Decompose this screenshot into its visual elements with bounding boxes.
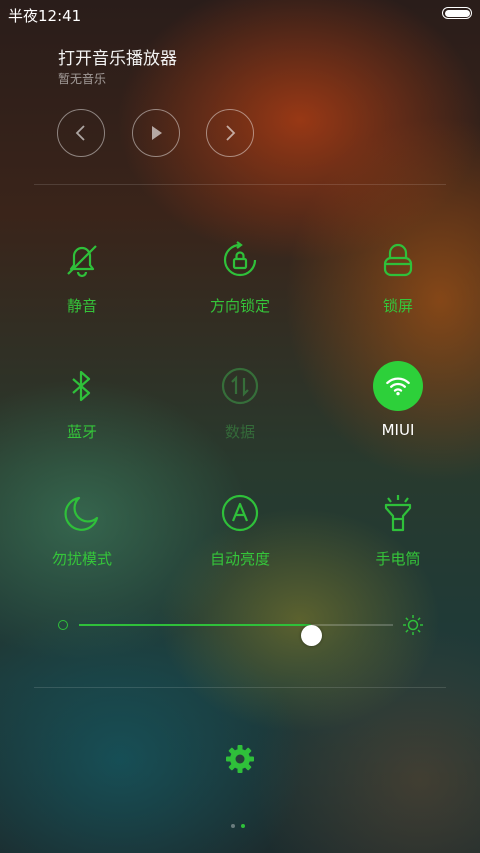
- toggle-flashlight[interactable]: 手电筒: [328, 488, 468, 569]
- lock-icon: [383, 243, 413, 277]
- chevron-right-icon: [226, 125, 236, 141]
- brightness-track[interactable]: [79, 624, 393, 646]
- brightness-high-icon: [403, 615, 423, 635]
- divider: [34, 184, 446, 185]
- auto-brightness-icon: [221, 494, 259, 532]
- toggle-rotation-lock[interactable]: 方向锁定: [170, 235, 310, 316]
- mobile-data-icon: [221, 367, 259, 405]
- previous-button[interactable]: [57, 109, 105, 157]
- page-dot: [241, 824, 245, 828]
- play-icon: [152, 126, 162, 140]
- gear-icon: [226, 745, 254, 773]
- music-player-subtitle: 暂无音乐: [58, 72, 107, 86]
- next-button[interactable]: [206, 109, 254, 157]
- wifi-icon: [386, 377, 410, 396]
- toggle-lock-screen[interactable]: 锁屏: [328, 235, 468, 316]
- page-dot: [231, 824, 235, 828]
- music-player-title[interactable]: 打开音乐播放器: [58, 44, 177, 69]
- toggle-label: 锁屏: [382, 297, 413, 315]
- page-indicator: [231, 813, 251, 832]
- toggle-label: 蓝牙: [66, 423, 97, 441]
- status-time: 半夜12:41: [8, 7, 82, 25]
- bluetooth-icon: [72, 370, 91, 402]
- battery-icon: [442, 7, 472, 19]
- toggle-label: MIUI: [381, 421, 415, 439]
- toggle-label: 方向锁定: [209, 297, 270, 315]
- toggle-mute[interactable]: 静音: [12, 235, 152, 316]
- brightness-fill: [79, 624, 312, 626]
- brightness-thumb[interactable]: [300, 625, 322, 646]
- flashlight-icon: [384, 495, 412, 532]
- bell-off-icon: [67, 245, 97, 278]
- play-button[interactable]: [132, 109, 180, 157]
- toggle-label: 自动亮度: [209, 550, 270, 568]
- toggle-do-not-disturb[interactable]: 勿扰模式: [12, 488, 152, 569]
- toggle-label: 数据: [224, 423, 255, 441]
- brightness-low-icon: [58, 620, 68, 630]
- settings-button[interactable]: [223, 742, 257, 776]
- chevron-left-icon: [75, 125, 85, 141]
- toggle-wifi[interactable]: MIUI: [328, 361, 468, 439]
- brightness-slider[interactable]: [56, 612, 426, 646]
- toggle-label: 静音: [66, 297, 97, 315]
- toggle-auto-brightness[interactable]: 自动亮度: [170, 488, 310, 569]
- toggle-label: 手电筒: [375, 550, 421, 568]
- toggle-bluetooth[interactable]: 蓝牙: [12, 361, 152, 442]
- rotation-lock-icon: [223, 241, 257, 277]
- moon-icon: [64, 496, 99, 531]
- status-bar: 半夜12:41: [0, 0, 480, 28]
- toggle-mobile-data[interactable]: 数据: [170, 361, 310, 442]
- toggle-label: 勿扰模式: [51, 550, 112, 568]
- divider: [34, 687, 446, 688]
